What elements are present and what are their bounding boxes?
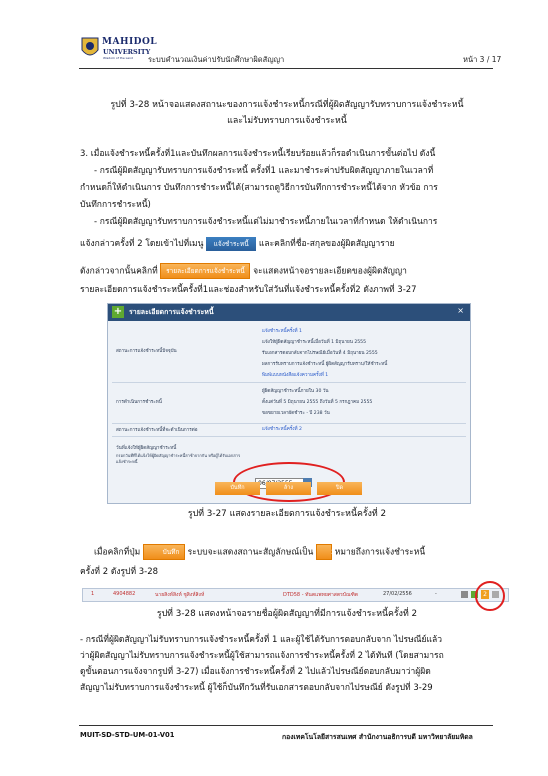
org-sub: UNIVERSITY [103, 48, 151, 56]
print-notice-link[interactable]: พิมพ์แบบหนังสือแจ้งความครั้งที่ 1 [262, 370, 387, 381]
menu-debt-notice-chip: แจ้งชำระหนี้ [206, 236, 257, 251]
caption-mid: รูปที่ 3-27 แสดงรายละเอียดการแจ้งชำระหนี… [187, 509, 387, 519]
process-line: ตั้งแต่วันที่ 5 มิถุนายน 2555 ถึงวันที่ … [262, 400, 373, 405]
save-button[interactable]: บันทึก [215, 482, 260, 495]
save-chip: บันทึก [142, 544, 185, 560]
plus-icon: + [112, 306, 124, 318]
current-status-lines: แจ้งชำระหนี้ครั้งที่ 1 แจ้งให้ผู้ผิดสัญญ… [262, 326, 387, 381]
notify-date-label: วันที่แจ้งให้ผู้ผิดสัญญาชำระหนี้ [116, 446, 177, 451]
university-logo [80, 36, 100, 60]
row-id: 4904882 [113, 591, 136, 597]
doc-code: MUIT-SD-STD-UM-01-V01 [80, 731, 175, 739]
caption-top: รูปที่ 3-28 หน้าจอแสดงสถานะของการแจ้งชำร… [80, 97, 494, 129]
current-line: แจ้งชำระหนี้ครั้งที่ 1 [262, 329, 302, 334]
para-after-save-mid: ระบบจะแสดงสถานะสัญลักษณ์เป็น [187, 547, 314, 558]
next-status-value: แจ้งชำระหนี้ครั้งที่ 2 [262, 427, 302, 432]
caption-bottom: รูปที่ 3-28 แสดงหน้าจอรายชื่อผู้ผิดสัญญา… [156, 609, 418, 619]
para-case3-line: สัญญาไม่รับทราบการแจ้งชำระหนี้ ผู้ใช้ก็บ… [80, 683, 433, 693]
row-date: 27/02/2556 [383, 591, 412, 597]
panel-row-current: สถานะการแจ้งชำระหนี้ปัจจุบัน แจ้งชำระหนี… [112, 324, 466, 383]
panel-row-next: สถานะการแจ้งชำระหนี้ที่จะดำเนินการต่อ แจ… [112, 424, 466, 437]
process-label: การดำเนินการชำระหนี้ [116, 400, 162, 405]
row-program: DTD58 - ทันตแพทยศาสตรบัณฑิต [283, 592, 358, 598]
detail-button-chip: รายละเอียดการแจ้งชำระหนี้ [160, 263, 251, 279]
doc-icon[interactable] [461, 591, 468, 598]
para-case2b-pre: แจ้งกล่าวครั้งที่ 2 โดยเข้าไปที่เมนู [80, 239, 204, 249]
current-line: รับเอกสารตอบกลับจากไปรษณีย์เมื่อวันที่ 4… [262, 351, 378, 356]
footer-divider [79, 725, 493, 726]
status-2-badge: 2 [316, 544, 336, 560]
clear-button[interactable]: ล้าง [266, 482, 311, 495]
para-case2d: รายละเอียดการแจ้งชำระหนี้ครั้งที่1และช่อ… [80, 285, 417, 295]
para-case2c: ดังกล่าวจากนั้นคลิกที่ รายละเอียดการแจ้ง… [80, 263, 494, 280]
close-button[interactable]: ปิด [317, 482, 362, 495]
table-row: 1 4904882 นายสิงห์สิงห์ ชูสิงห์สิงห์ DTD… [82, 581, 509, 611]
para-after-save-pre: เมื่อคลิกที่ปุ่ม [94, 547, 141, 558]
current-status-label: สถานะการแจ้งชำระหนี้ปัจจุบัน [116, 349, 177, 354]
para-case2c-post: จะแสดงหน้าจอรายละเอียดของผู้ผิดสัญญา [253, 266, 407, 277]
org-tagline: Wisdom of the Land [103, 56, 133, 60]
doc-title: ระบบคำนวณเงินค่าปรับนักศึกษาผิดสัญญา [148, 55, 285, 64]
page-number: หน้า 3 / 17 [463, 55, 502, 64]
process-lines: ผู้ผิดสัญญาชำระหนี้ภายใน 30 วัน ตั้งแต่ว… [262, 386, 372, 419]
panel-row-process: การดำเนินการชำระหนี้ ผู้ผิดสัญญาชำระหนี้… [112, 383, 466, 424]
para-after-save-post: หมายถึงการแจ้งชำระหนี้ [334, 547, 426, 558]
next-status-label: สถานะการแจ้งชำระหนี้ที่จะดำเนินการต่อ [116, 428, 198, 433]
process-line: ผู้ผิดสัญญาชำระหนี้ภายใน 30 วัน [262, 389, 329, 394]
close-icon[interactable]: × [457, 306, 464, 315]
para-case3: - กรณีที่ผู้ผิดสัญญาไม่รับทราบการแจ้งชำร… [80, 632, 494, 696]
caption-top-line2: และไม่รับทราบการแจ้งชำระหนี้ [227, 116, 347, 126]
para-case1b: กำหนดก็ให้ดำเนินการ บันทึกการชำระหนี้ได้… [80, 183, 438, 193]
para-case1c: บันทึกการชำระหนี้) [80, 200, 151, 210]
panel-header: + รายละเอียดการแจ้งชำระหนี้ × [108, 304, 470, 321]
header-divider [79, 68, 493, 69]
para-after-save: เมื่อคลิกที่ปุ่ม บันทึก ระบบจะแสดงสถานะส… [80, 544, 494, 561]
para-case3-line: ดูขั้นตอนการแจ้งจากรูปที่ 3-27) เมื่อแจ้… [80, 667, 431, 677]
row-name[interactable]: นายสิงห์สิงห์ ชูสิงห์สิงห์ [155, 591, 204, 599]
notify-date-hint: กรอกวันที่ที่ได้แจ้งให้ผู้ผิดสัญญาชำระหน… [116, 453, 241, 464]
para-case3-line: ว่าผู้ผิดสัญญาไม่รับทราบการแจ้งชำระหนี้ผ… [80, 651, 444, 661]
panel-title: รายละเอียดการแจ้งชำระหนี้ [129, 308, 214, 316]
para-case2b-post: และคลิกที่ชื่อ-สกุลของผู้ผิดสัญญาราย [258, 239, 395, 249]
caption-top-line1: รูปที่ 3-28 หน้าจอแสดงสถานะของการแจ้งชำร… [110, 100, 464, 110]
para-case2c-pre: ดังกล่าวจากนั้นคลิกที่ [80, 266, 158, 277]
org-name: MAHIDOL [102, 37, 158, 47]
current-line: แจ้งให้ผู้ผิดสัญญาชำระหนี้เมื่อวันที่ 1 … [262, 340, 367, 345]
para-case2a: - กรณีผู้ผิดสัญญารับทราบการแจ้งชำระหนี้แ… [94, 217, 438, 227]
para-case1a: - กรณีผู้ผิดสัญญารับทราบการแจ้งชำระหนี้ … [94, 166, 434, 176]
para-case2b: แจ้งกล่าวครั้งที่ 2 โดยเข้าไปที่เมนู แจ้… [80, 236, 494, 252]
row-no: 1 [91, 591, 95, 597]
para-case3-line: - กรณีที่ผู้ผิดสัญญาไม่รับทราบการแจ้งชำร… [80, 635, 443, 645]
para-step3: 3. เมื่อแจ้งชำระหนี้ครั้งที่1และบันทึกผล… [80, 149, 436, 159]
current-line: ผลการรับทราบการแจ้งชำระหนี้ ผู้ผิดสัญญาร… [262, 362, 388, 367]
process-line: ขอขยายเวลาผัดชำระ - ปี 238 วัน [262, 411, 330, 416]
row-dash: - [435, 591, 437, 597]
footer-org: กองเทคโนโลยีสารสนเทศ สำนักงานอธิการบดี ม… [282, 733, 473, 741]
para-after-save-line2: ครั้งที่ 2 ดังรูปที่ 3-28 [80, 567, 159, 577]
